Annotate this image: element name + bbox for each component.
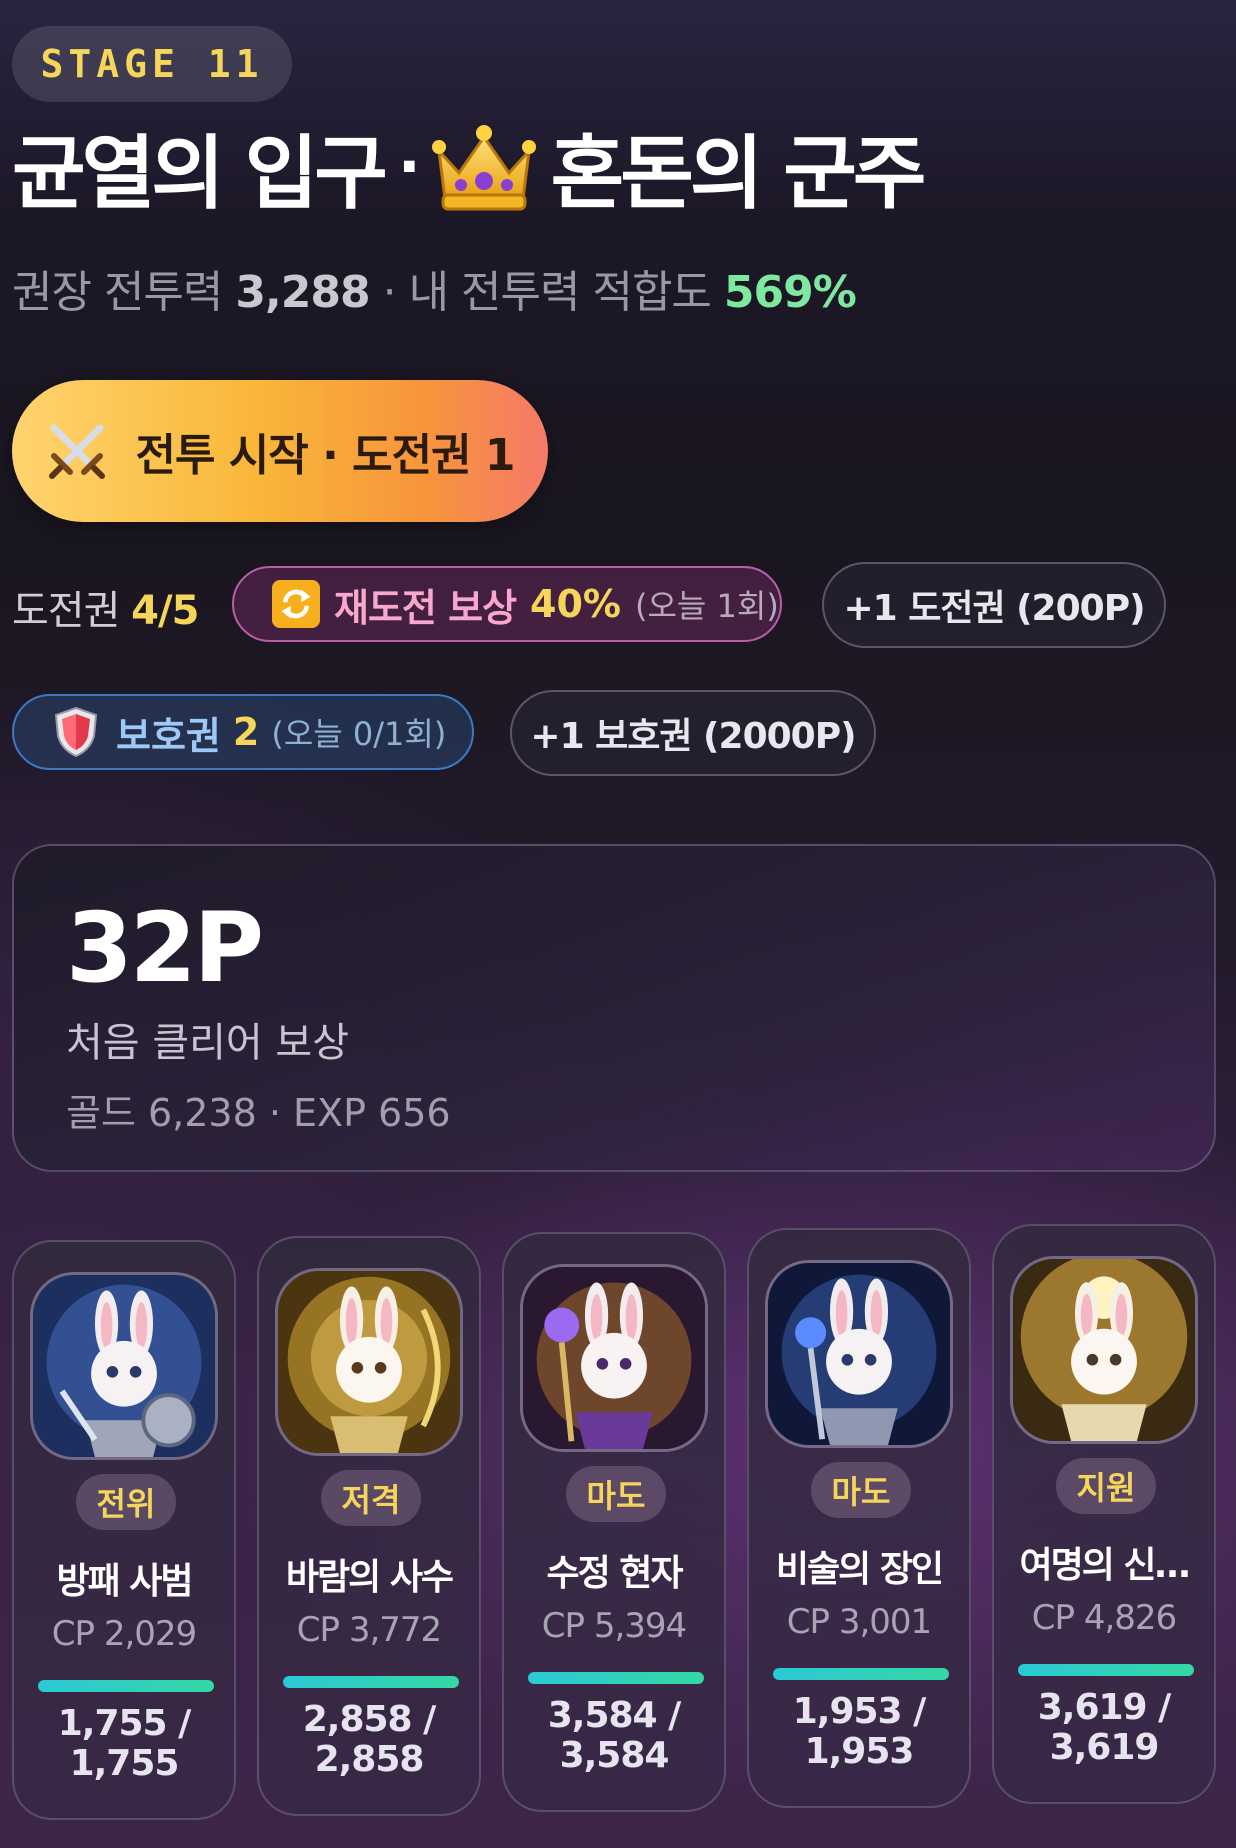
shield-icon xyxy=(54,706,98,758)
hero-portrait xyxy=(275,1268,463,1456)
hero-hp-bar xyxy=(38,1680,214,1692)
hero-cp: CP 3,001 xyxy=(786,1602,932,1642)
hero-hp-bar xyxy=(283,1676,459,1688)
stage-badge: STAGE 11 xyxy=(12,26,292,102)
hero-role-badge: 마도 xyxy=(566,1466,666,1522)
hero-cp: CP 5,394 xyxy=(541,1606,687,1646)
shield-label: 보호권 xyxy=(116,713,221,758)
fit-label: 내 전투력 적합도 xyxy=(408,267,712,318)
hero-portrait xyxy=(520,1264,708,1452)
ticket-count: 도전권 4/5 xyxy=(12,578,199,636)
hero-cp: CP 2,029 xyxy=(51,1614,197,1654)
recommended-power-label: 권장 전투력 xyxy=(12,267,223,318)
hero-hp-bar xyxy=(773,1668,949,1680)
hero-hp-text: 1,953 / 1,953 xyxy=(749,1692,969,1772)
reward-detail: 골드 6,238 · EXP 656 xyxy=(66,1091,451,1135)
reward-points: 32P xyxy=(66,892,264,1004)
hero-portrait xyxy=(1010,1256,1198,1444)
hero-name: 수정 현자 xyxy=(546,1553,683,1594)
crossed-swords-icon xyxy=(48,424,105,479)
hero-hp-fill xyxy=(1018,1664,1194,1676)
hero-hp-text: 2,858 / 2,858 xyxy=(259,1700,479,1780)
hero-portrait xyxy=(765,1260,953,1448)
hero-hp-fill xyxy=(528,1672,704,1684)
hero-hp-line1: 2,858 / xyxy=(302,1699,437,1740)
retry-bonus-value: 40% xyxy=(530,582,621,626)
hero-name: 비술의 장인 xyxy=(775,1549,944,1590)
hero-hp-text: 3,619 / 3,619 xyxy=(994,1688,1214,1768)
hero-role-badge: 전위 xyxy=(76,1474,176,1530)
start-battle-label: 전투 시작 · 도전권 1 xyxy=(135,430,516,481)
page-title: 균열의 입구 · 혼돈의 군주 xyxy=(12,112,927,222)
hero-role-badge: 마도 xyxy=(811,1462,911,1518)
shield-note: (오늘 0/1회) xyxy=(271,715,447,753)
hero-cp: CP 4,826 xyxy=(1031,1598,1177,1638)
hero-cp: CP 3,772 xyxy=(296,1610,442,1650)
hero-role-badge: 저격 xyxy=(321,1470,421,1526)
hero-hp-line2: 1,755 xyxy=(69,1743,180,1784)
hero-card[interactable]: 마도 수정 현자 CP 5,394 3,584 / 3,584 xyxy=(502,1232,726,1812)
fit-value: 569% xyxy=(723,267,857,318)
title-part1: 균열의 입구 xyxy=(12,127,388,220)
title-part2: 혼돈의 군주 xyxy=(550,127,927,220)
hero-role-badge: 지원 xyxy=(1056,1458,1156,1514)
hero-hp-line2: 1,953 xyxy=(804,1731,915,1772)
hero-hp-fill xyxy=(38,1680,214,1692)
power-separator: · xyxy=(382,267,397,318)
hero-hp-line1: 3,584 / xyxy=(547,1695,682,1736)
hero-card[interactable]: 지원 여명의 신… CP 4,826 3,619 / 3,619 xyxy=(992,1224,1216,1804)
hero-card[interactable]: 전위 방패 사범 CP 2,029 1,755 / 1,755 xyxy=(12,1240,236,1820)
hero-hp-bar xyxy=(1018,1664,1194,1676)
hero-portrait xyxy=(30,1272,218,1460)
buy-shield-button[interactable]: +1 보호권 (2000P) xyxy=(510,690,876,776)
retry-bonus-badge: 재도전 보상 40% (오늘 1회) xyxy=(232,566,782,642)
ticket-value: 4/5 xyxy=(131,588,199,634)
buy-ticket-button[interactable]: +1 도전권 (200P) xyxy=(822,562,1166,648)
ticket-label: 도전권 xyxy=(12,588,120,634)
shield-badge: 보호권 2 (오늘 0/1회) xyxy=(12,694,474,770)
hero-name: 바람의 사수 xyxy=(285,1557,454,1598)
shield-value: 2 xyxy=(232,710,260,754)
hero-hp-bar xyxy=(528,1672,704,1684)
hero-hp-line1: 1,953 / xyxy=(792,1691,927,1732)
hero-hp-fill xyxy=(773,1668,949,1680)
hero-hp-line1: 3,619 / xyxy=(1037,1687,1172,1728)
start-battle-button[interactable]: 전투 시작 · 도전권 1 xyxy=(12,380,548,522)
reward-label: 처음 클리어 보상 xyxy=(66,1020,350,1066)
hero-hp-text: 3,584 / 3,584 xyxy=(504,1696,724,1776)
hero-card[interactable]: 저격 바람의 사수 CP 3,772 2,858 / 2,858 xyxy=(257,1236,481,1816)
power-summary: 권장 전투력 3,288 · 내 전투력 적합도 569% xyxy=(12,256,857,320)
hero-hp-line2: 3,619 xyxy=(1049,1727,1160,1768)
hero-card[interactable]: 마도 비술의 장인 CP 3,001 1,953 / 1,953 xyxy=(747,1228,971,1808)
hero-hp-fill xyxy=(283,1676,459,1688)
hero-hp-line2: 3,584 xyxy=(559,1735,670,1776)
hero-hp-text: 1,755 / 1,755 xyxy=(14,1704,234,1784)
recommended-power-value: 3,288 xyxy=(235,267,370,318)
stage-label: STAGE 11 xyxy=(40,42,264,86)
hero-hp-line2: 2,858 xyxy=(314,1739,425,1780)
hero-name: 방패 사범 xyxy=(56,1561,193,1602)
hero-hp-line1: 1,755 / xyxy=(57,1703,192,1744)
repeat-icon xyxy=(272,580,320,628)
retry-bonus-note: (오늘 1회) xyxy=(635,587,779,625)
title-separator: · xyxy=(397,132,421,202)
crown-icon xyxy=(431,125,536,211)
retry-bonus-label: 재도전 보상 xyxy=(334,585,517,630)
hero-name: 여명의 신… xyxy=(1019,1545,1190,1586)
